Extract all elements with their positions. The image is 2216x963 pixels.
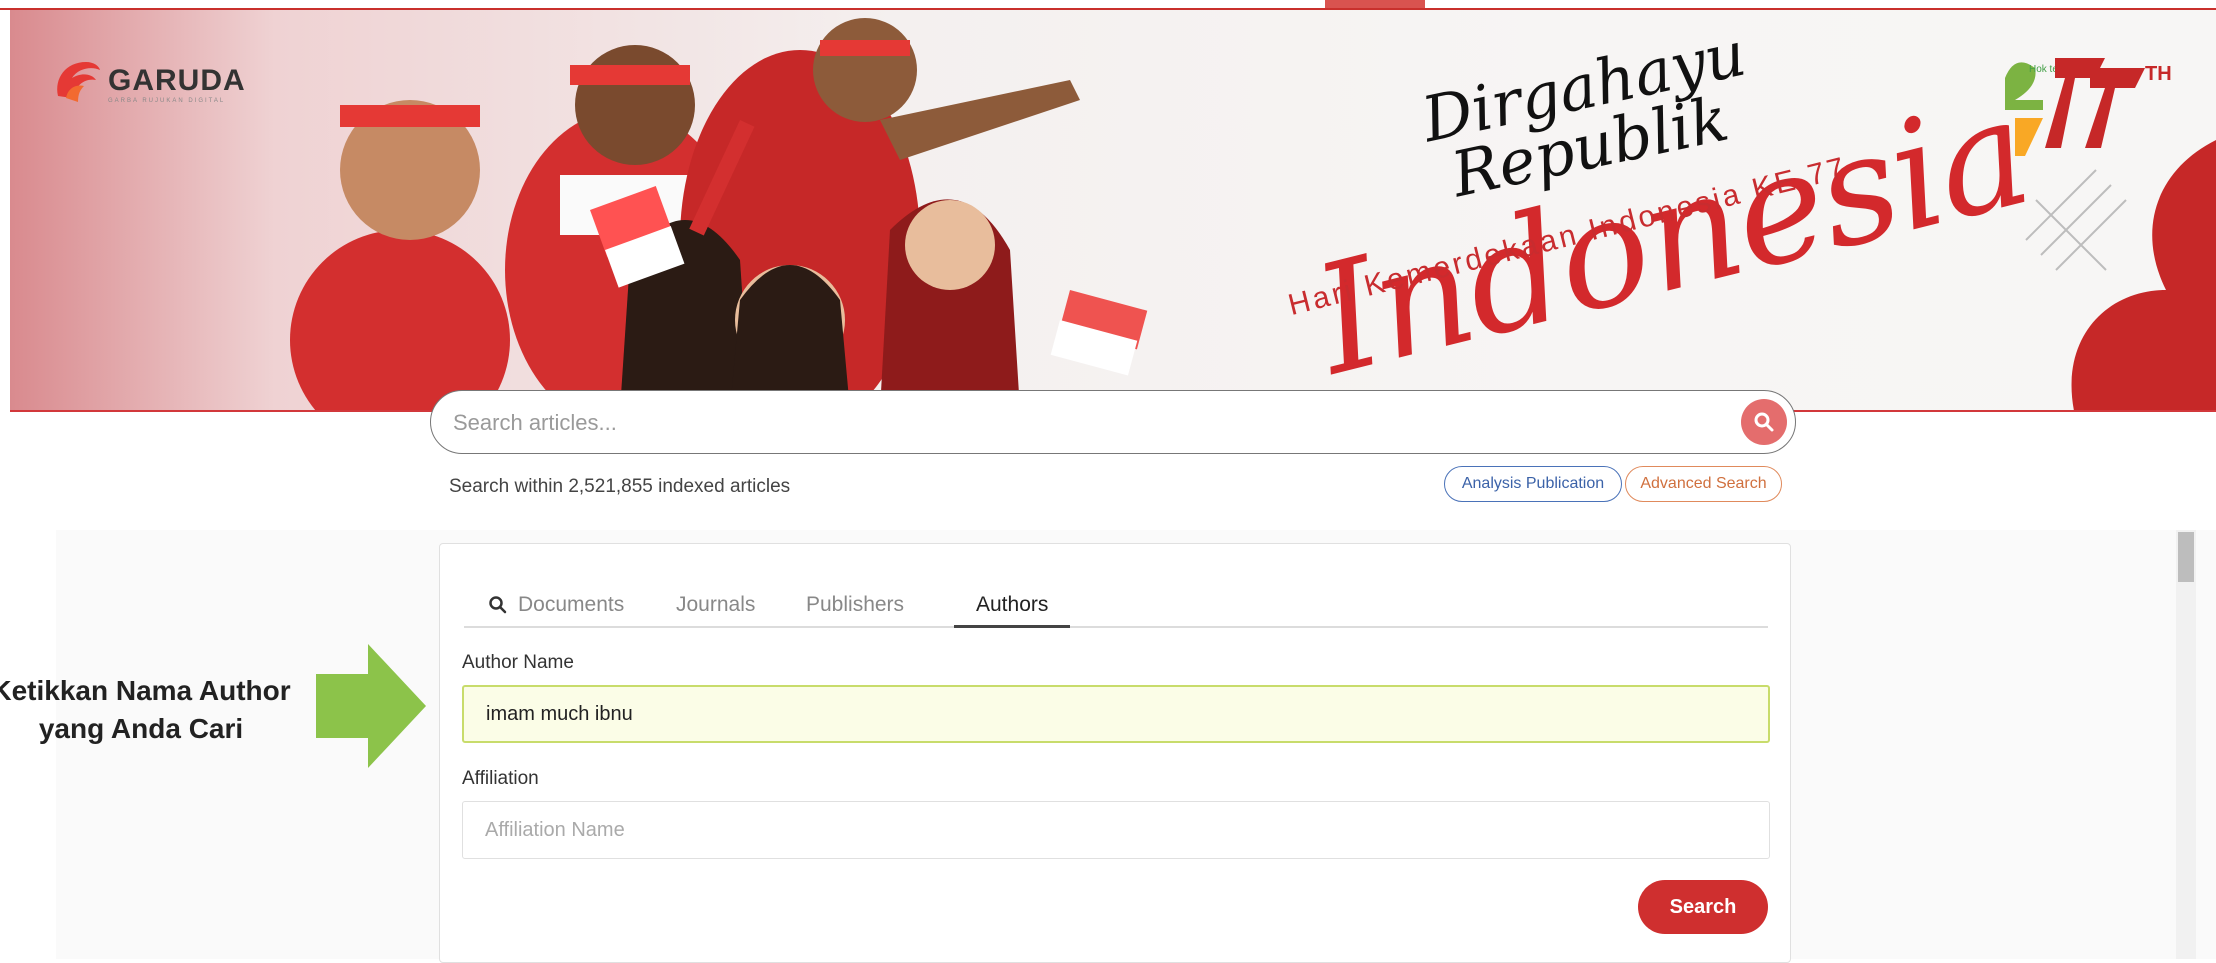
search-tabs: Documents Journals Publishers Authors bbox=[464, 580, 1768, 628]
author-name-input[interactable] bbox=[464, 687, 1768, 741]
celebrating-crowd-image bbox=[290, 18, 1148, 410]
annotation-line-1: Ketikkan Nama Author bbox=[0, 675, 291, 706]
annotation-line-2: yang Anda Cari bbox=[38, 713, 244, 744]
analysis-publication-button[interactable]: Analysis Publication bbox=[1444, 466, 1622, 502]
tab-authors-label: Authors bbox=[976, 593, 1049, 616]
tab-journals[interactable]: Journals bbox=[676, 584, 755, 626]
author-name-field[interactable] bbox=[462, 685, 1770, 743]
tab-publishers[interactable]: Publishers bbox=[806, 584, 904, 626]
author-name-label: Author Name bbox=[462, 652, 574, 673]
search-button[interactable] bbox=[1741, 399, 1787, 445]
affiliation-input[interactable] bbox=[463, 802, 1769, 858]
tab-publishers-label: Publishers bbox=[806, 593, 905, 616]
affiliation-label: Affiliation bbox=[462, 768, 539, 789]
search-form-card: Documents Journals Publishers Authors Au… bbox=[439, 543, 1791, 963]
tab-documents-label: Documents bbox=[518, 593, 625, 616]
instruction-annotation: Ketikkan Nama Author yang Anda Cari bbox=[0, 672, 296, 748]
advanced-search-button[interactable]: Advanced Search bbox=[1625, 466, 1782, 502]
page-scrollbar[interactable] bbox=[2176, 530, 2196, 959]
decorative-red-shape bbox=[2025, 140, 2216, 410]
top-tab-marker bbox=[1325, 0, 1425, 8]
search-input[interactable] bbox=[451, 401, 1675, 445]
author-search-button[interactable]: Search bbox=[1638, 880, 1768, 934]
brand-tagline: GARBA RUJUKAN DIGITAL bbox=[108, 98, 226, 104]
affiliation-field[interactable] bbox=[462, 801, 1770, 859]
article-search-bar[interactable] bbox=[430, 390, 1796, 454]
search-icon bbox=[1754, 412, 1774, 432]
tab-documents[interactable]: Documents bbox=[488, 584, 624, 626]
scrollbar-thumb[interactable] bbox=[2178, 532, 2194, 582]
brand-name: GARUDA bbox=[108, 64, 246, 97]
slide-top-strip bbox=[0, 0, 2216, 10]
tab-authors[interactable]: Authors bbox=[954, 584, 1071, 628]
independence-day-banner: GARUDA GARBA RUJUKAN DIGITAL Dirgahayu R… bbox=[10, 10, 2216, 412]
search-icon bbox=[489, 596, 507, 614]
garuda-brand[interactable]: GARUDA GARBA RUJUKAN DIGITAL bbox=[52, 58, 246, 104]
tab-journals-label: Journals bbox=[676, 593, 756, 616]
garuda-logo-icon bbox=[57, 62, 100, 102]
indexed-articles-count: Search within 2,521,855 indexed articles bbox=[449, 476, 791, 497]
anniversary-suffix: TH bbox=[2145, 63, 2172, 85]
arrow-right-icon bbox=[316, 644, 426, 768]
